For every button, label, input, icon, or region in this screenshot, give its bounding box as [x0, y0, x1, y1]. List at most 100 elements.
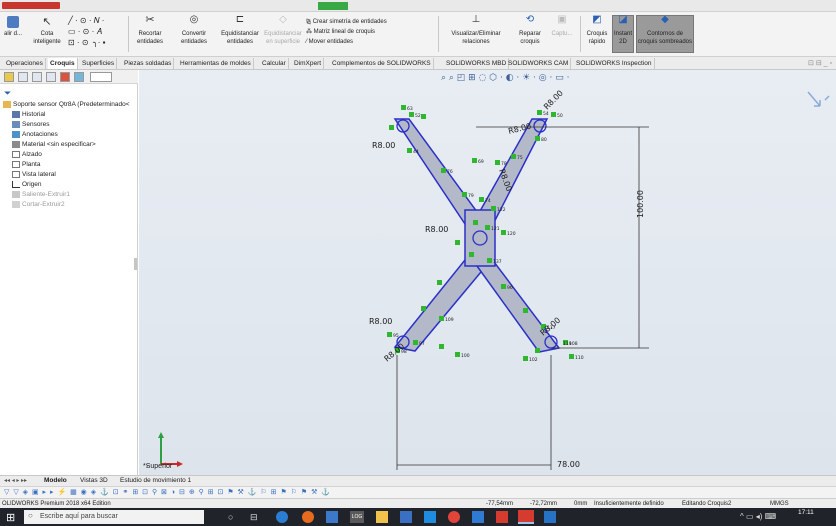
radius-dim-1[interactable]: R8.00	[372, 141, 395, 150]
clock-time[interactable]: 17:11	[798, 509, 814, 516]
graphics-area[interactable]: ⌕ ⌕ ◰ ⊞ ◌ ⬡ · ◐ · ☀ · ◎ · ▭ · 63 52 50 5…	[139, 70, 836, 475]
propertymanager-tab-icon[interactable]	[18, 72, 28, 82]
tab-superficies[interactable]: Superficies	[80, 58, 118, 69]
shaded-contours-button[interactable]: ◆ Contornos de croquis sombreados	[636, 15, 694, 53]
app-icon-6[interactable]	[400, 511, 412, 523]
mirror-entities-button[interactable]: ⧎ Crear simetría de entidades	[306, 17, 406, 27]
tab-inspection[interactable]: SOLIDWORKS Inspection	[574, 58, 655, 69]
tab-croquis[interactable]: Croquis	[48, 58, 78, 69]
offset-label-2: entidades	[226, 39, 254, 45]
view-orientation-arrows-icon	[807, 91, 830, 107]
featuremanager-tab-icon[interactable]	[4, 72, 14, 82]
extrude-icon	[12, 190, 20, 198]
tab-vistas-3d[interactable]: Vistas 3D	[80, 477, 108, 484]
tree-item-material[interactable]: Material <sin especificar>	[12, 140, 96, 150]
solidworks-active-icon[interactable]	[518, 510, 534, 524]
bottom-sketch-toolbar[interactable]: ▽ ▽ ◈ ▣ ▸ ▸ ⚡ ▦ ◉ ◈ ⚓ ⊡ ⚭ ⊞ ⊡ ⚲ ⊠ ◑ ⊟ ⊕ …	[0, 486, 836, 498]
tree-item-label: Saliente-Extruir1	[22, 191, 71, 198]
solidworks-app-icon[interactable]	[496, 511, 508, 523]
app-icon-4[interactable]: LOG	[350, 511, 364, 523]
tab-modelo[interactable]: Modelo	[44, 477, 67, 484]
word-app-icon[interactable]	[472, 511, 484, 523]
smart-dimension-button[interactable]: ↖ Cota inteligente	[28, 16, 66, 46]
windows-start-icon[interactable]: ⊞	[6, 511, 15, 524]
tab-herramientas-moldes[interactable]: Herramientas de moldes	[178, 58, 254, 69]
radius-dim-5[interactable]: R8.00	[425, 225, 448, 234]
tree-item-planta[interactable]: Planta	[12, 160, 40, 170]
point-tools[interactable]: ⊡ · ⊙ ╮· ▪	[68, 37, 126, 48]
capture-button[interactable]: ▣ Captu...	[548, 15, 576, 38]
tree-item-label: Material <sin especificar>	[22, 141, 96, 148]
app-red-button[interactable]	[2, 2, 60, 9]
relation-number: 120	[507, 231, 516, 237]
configurationmanager-tab-icon[interactable]	[32, 72, 42, 82]
view-toolbar-icons[interactable]: ⌕ ⌕ ◰ ⊞ ◌ ⬡ · ◐ · ☀ · ◎ · ▭ ·	[441, 73, 569, 83]
trim-entities-button[interactable]: ✂ Recortar entidades	[130, 14, 170, 46]
linear-pattern-button[interactable]: ⁂ Matriz lineal de croquis	[306, 27, 406, 37]
rapid-sketch-button[interactable]: ◩ Croquis rápido	[584, 15, 610, 46]
sketch-entities-group[interactable]: ╱ · ⊙ · 𝑁 · ▭ · ⊙ · 𝐴 ⊡ · ⊙ ╮· ▪	[68, 15, 126, 48]
tree-root-part[interactable]: Soporte sensor Qtr8A (Predeterminado<	[3, 100, 130, 110]
panel-splitter[interactable]	[134, 258, 137, 270]
tab-complementos[interactable]: Complementos de SOLIDWORKS	[330, 58, 434, 69]
cortana-icon[interactable]: ○	[228, 512, 233, 522]
sketch-center-hub[interactable]	[464, 209, 496, 267]
trim-icon: ✂	[145, 14, 155, 26]
radius-dim-6[interactable]: R8.00	[369, 317, 392, 326]
firefox-app-icon[interactable]	[302, 511, 314, 523]
app-icon-3[interactable]	[326, 511, 338, 523]
relation-number: 80	[541, 137, 547, 143]
convert-entities-button[interactable]: ◎ Convertir entidades	[172, 15, 216, 46]
tab-dimxpert[interactable]: DimXpert	[292, 58, 325, 69]
display-relations-button[interactable]: ⊥ Visualizar/Eliminar relaciones	[440, 14, 512, 46]
width-dimension[interactable]: 78.00	[557, 460, 580, 469]
tab-piezas-soldadas[interactable]: Piezas soldadas	[122, 58, 175, 69]
panel-scroll-arrows-icon[interactable]	[90, 72, 112, 82]
appearance-tab-icon[interactable]	[60, 72, 70, 82]
exit-sketch-button[interactable]: alir d...	[2, 16, 24, 38]
tree-item-cortar-extruir2[interactable]: Cortar-Extruir2	[12, 200, 65, 210]
instant-2d-button[interactable]: ◪ Instant 2D	[612, 15, 634, 53]
material-icon	[12, 140, 20, 148]
radius-dim-7[interactable]: R8.00	[539, 316, 563, 338]
repair-sketch-button[interactable]: ⟲ Reparar croquis	[516, 15, 544, 46]
tab-operaciones[interactable]: Operaciones	[4, 58, 46, 69]
tab-mbd[interactable]: SOLIDWORKS MBD	[444, 58, 510, 69]
offset-entities-button[interactable]: ⊏ Equidistanciar entidades	[220, 15, 260, 46]
tree-item-origen[interactable]: Origen	[12, 180, 42, 190]
relations-icon: ⊥	[471, 14, 481, 25]
line-tools[interactable]: ╱ · ⊙ · 𝑁 ·	[68, 15, 126, 26]
file-explorer-icon[interactable]	[376, 511, 388, 523]
app-icon-11[interactable]	[544, 511, 556, 523]
sketch-x-shape[interactable]	[393, 118, 561, 353]
tree-item-alzado[interactable]: Alzado	[12, 150, 42, 160]
app-icon-7[interactable]	[424, 511, 436, 523]
tree-item-sensores[interactable]: Sensores	[12, 120, 49, 130]
task-view-icon[interactable]: ⊟	[250, 512, 258, 523]
window-controls-icon[interactable]: ⊡ ⊟ _ ▫	[808, 59, 832, 67]
tab-nav-arrows-icon[interactable]: ◂◂ ◂ ▸ ▸▸	[4, 477, 27, 484]
move-entities-button[interactable]: ⁄ Mover entidades	[306, 37, 406, 47]
rect-tools[interactable]: ▭ · ⊙ · 𝐴	[68, 26, 126, 37]
tab-cam[interactable]: SOLIDWORKS CAM	[506, 58, 572, 69]
taskbar-search-box[interactable]: ○ Escribe aquí para buscar	[24, 510, 204, 524]
heads-up-view-toolbar[interactable]: ⌕ ⌕ ◰ ⊞ ◌ ⬡ · ◐ · ☀ · ◎ · ▭ ·	[441, 73, 569, 83]
tree-item-anotaciones[interactable]: Anotaciones	[12, 130, 58, 140]
chrome-app-icon[interactable]	[448, 511, 460, 523]
sketch-tools-icons[interactable]: ▽ ▽ ◈ ▣ ▸ ▸ ⚡ ▦ ◉ ◈ ⚓ ⊡ ⚭ ⊞ ⊡ ⚲ ⊠ ◑ ⊟ ⊕ …	[4, 488, 331, 496]
tree-item-vista-lateral[interactable]: Vista lateral	[12, 170, 56, 180]
tree-item-saliente-extruir1[interactable]: Saliente-Extruir1	[12, 190, 70, 200]
tab-estudio-movimiento[interactable]: Estudio de movimiento 1	[120, 477, 191, 484]
filter-icon[interactable]: ⏷	[4, 88, 11, 99]
tree-item-historial[interactable]: Historial	[12, 110, 45, 120]
sketch-svg[interactable]: ⌕ ⌕ ◰ ⊞ ◌ ⬡ · ◐ · ☀ · ◎ · ▭ · 63 52 50 5…	[139, 70, 836, 475]
edge-app-icon[interactable]	[276, 511, 288, 523]
exit-sketch-label: alir d...	[3, 31, 22, 37]
tray-icons[interactable]: ^ ▭ ◂) ⌨	[740, 512, 776, 521]
offset-surface-button[interactable]: ◇ Equidistanciar en superficie	[262, 15, 304, 46]
radius-dim-3[interactable]: R8.00	[542, 89, 565, 112]
dimxpert-tab-icon[interactable]	[46, 72, 56, 82]
cam-tab-icon[interactable]	[74, 72, 84, 82]
tab-calcular[interactable]: Calcular	[260, 58, 289, 69]
height-dimension[interactable]: 100.00	[636, 190, 645, 218]
